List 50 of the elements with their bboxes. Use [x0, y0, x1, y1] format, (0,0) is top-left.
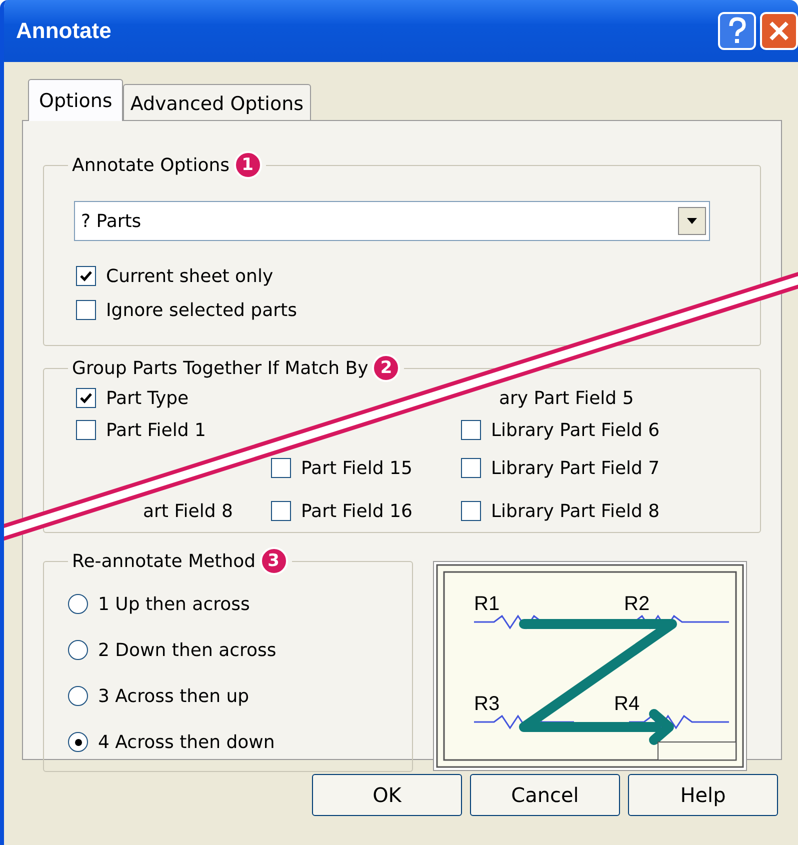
radio-label: 3 Across then up	[98, 686, 250, 706]
checkbox-label: ary Part Field 5	[499, 388, 634, 408]
checkbox[interactable]	[461, 501, 481, 521]
checkbox-label: Library Part Field 7	[491, 458, 660, 478]
dropdown-value: ? Parts	[81, 210, 142, 232]
resistor-label: R2	[624, 593, 650, 615]
dialog-button[interactable]: Cancel	[470, 774, 620, 816]
checkbox[interactable]	[76, 420, 96, 440]
tab[interactable]: Options	[28, 79, 124, 121]
group-title: Group Parts Together If Match By	[72, 358, 368, 378]
checkbox-label: art Field 8	[143, 500, 233, 522]
checkbox-label: Library Part Field 6	[491, 420, 660, 440]
help-icon[interactable]	[718, 12, 756, 50]
radio-button[interactable]	[68, 732, 88, 752]
resistor-label: R1	[474, 593, 500, 615]
checkbox-label: Ignore selected parts	[106, 300, 297, 320]
checkbox-label: Library Part Field 8	[491, 500, 660, 522]
group-title: Annotate Options	[72, 154, 230, 176]
group-title: Re-annotate Method	[72, 550, 256, 572]
checkbox-label: Part Field 15	[301, 458, 412, 478]
checkbox-label: Current sheet only	[106, 266, 274, 286]
radio-label: 4 Across then down	[98, 732, 275, 752]
resistor-label: R3	[474, 693, 500, 715]
dialog-button[interactable]: OK	[312, 774, 462, 816]
checkbox[interactable]	[271, 501, 291, 521]
checkbox-label: Part Field 1	[106, 420, 206, 440]
resistor-label: R4	[614, 693, 640, 715]
checkbox-label: Part Type	[106, 388, 189, 408]
checkmark-icon	[79, 269, 93, 283]
number-badge: 3	[260, 547, 288, 575]
checkbox[interactable]	[76, 266, 96, 286]
dropdown[interactable]: ? Parts	[74, 201, 710, 241]
radio-button[interactable]	[68, 686, 88, 706]
radio-button[interactable]	[68, 594, 88, 614]
checkbox[interactable]	[76, 388, 96, 408]
tab[interactable]: Advanced Options	[123, 84, 311, 120]
radio-label: 2 Down then across	[98, 640, 276, 660]
number-badge: 1	[234, 151, 262, 179]
checkbox[interactable]	[271, 458, 291, 478]
dialog-button[interactable]: Help	[628, 774, 778, 816]
window-title: Annotate	[16, 18, 112, 44]
checkbox[interactable]	[76, 300, 96, 320]
number-badge: 2	[372, 354, 400, 382]
radio-button[interactable]	[68, 640, 88, 660]
checkmark-icon	[79, 391, 93, 405]
radio-label: 1 Up then across	[98, 594, 250, 614]
checkbox[interactable]	[461, 458, 481, 478]
close-icon[interactable]	[760, 12, 798, 50]
checkbox[interactable]	[461, 420, 481, 440]
checkbox-label: Part Field 16	[301, 500, 412, 522]
